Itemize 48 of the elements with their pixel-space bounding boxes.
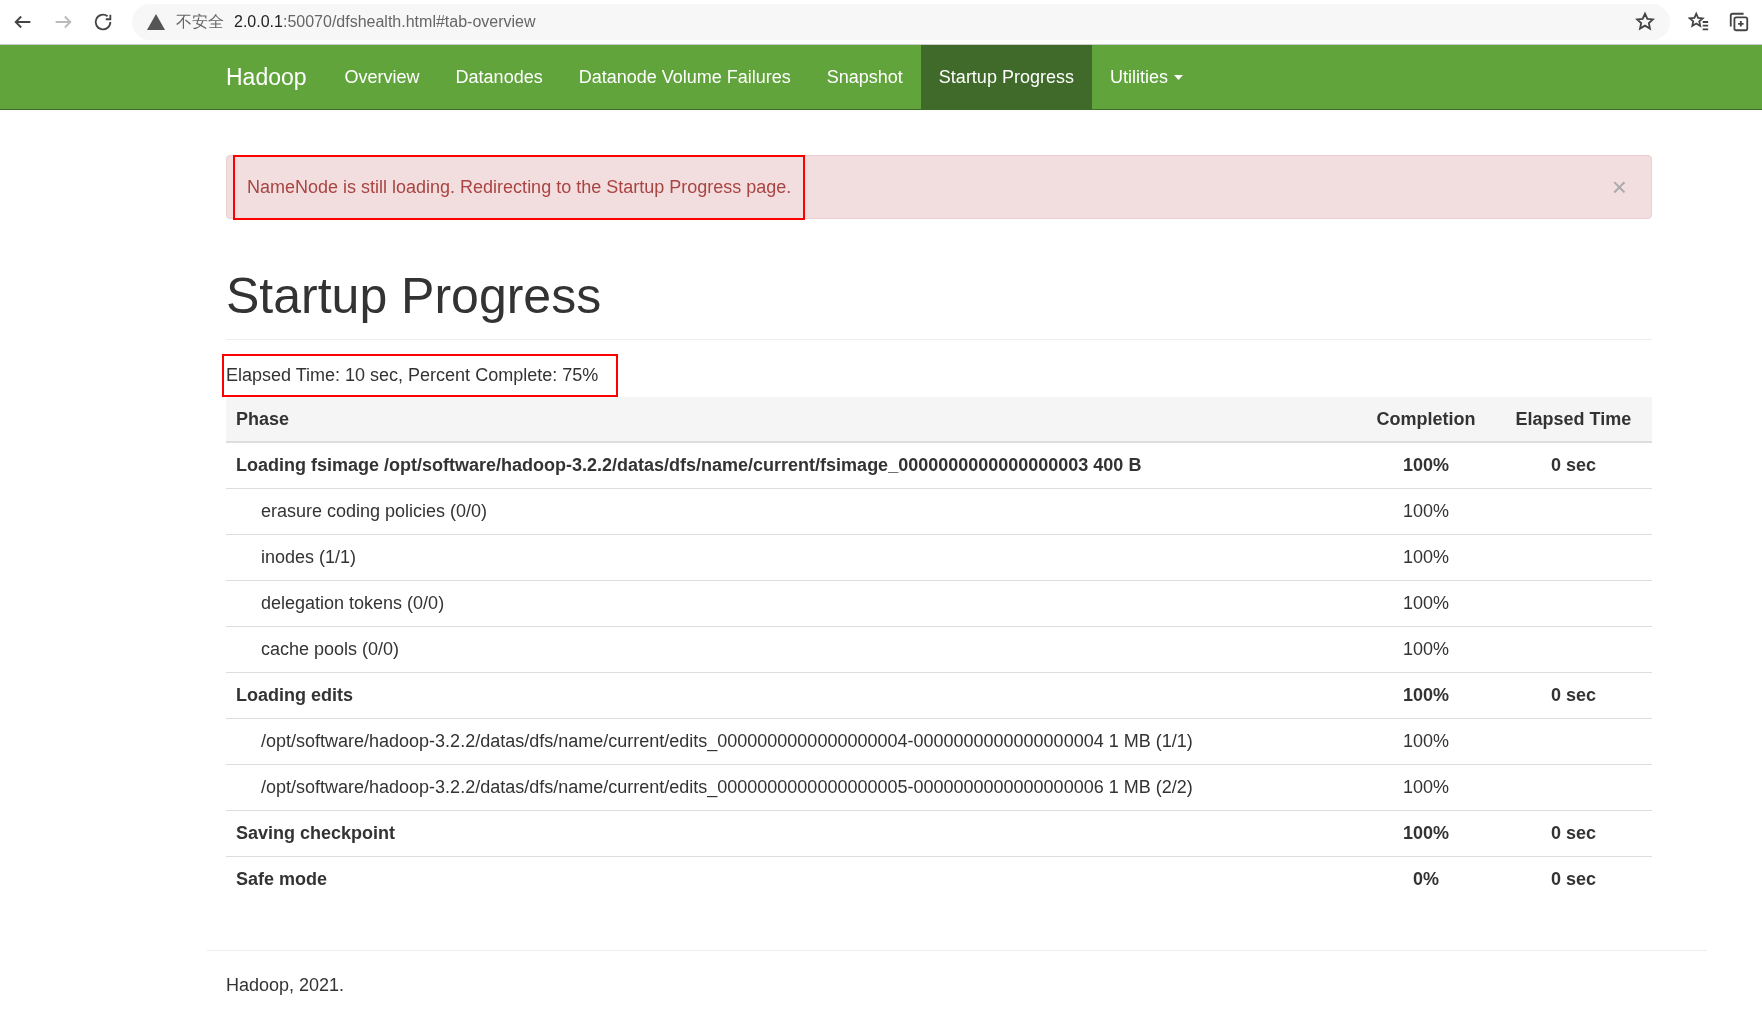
nav-link[interactable]: Datanodes xyxy=(437,45,561,109)
security-label: 不安全 xyxy=(176,11,224,32)
completion-cell: 100% xyxy=(1357,810,1495,857)
progress-summary: Elapsed Time: 10 sec, Percent Complete: 75% xyxy=(222,354,619,397)
alert-message: NameNode is still loading. Redirecting to the Startup Progress page. xyxy=(233,154,806,220)
phase-cell: /opt/software/hadoop-3.2.2/datas/dfs/name/current/edits_0000000000000000005-0000000000000000006 1 MB (2/2) xyxy=(226,764,1358,811)
phase-cell: erasure coding policies (0/0) xyxy=(226,488,1358,535)
phase-cell: /opt/software/hadoop-3.2.2/datas/dfs/name/current/edits_0000000000000000004-0000000000000000004 1 MB (1/1) xyxy=(226,718,1358,765)
nav-link[interactable]: Startup Progress xyxy=(920,45,1092,109)
caret-icon xyxy=(1173,74,1183,80)
warning-icon xyxy=(146,13,166,31)
elapsed-cell: 0 sec xyxy=(1494,672,1652,719)
completion-cell: 100% xyxy=(1357,442,1495,489)
completion-cell: 100% xyxy=(1357,534,1495,581)
phase-cell: delegation tokens (0/0) xyxy=(226,580,1358,627)
column-header: Phase xyxy=(226,397,1358,442)
footer-text: Hadoop, 2021. xyxy=(226,975,345,995)
page-title: Startup Progress xyxy=(226,267,1652,340)
url-text: 2.0.0.1:50070/dfshealth.html#tab-overview xyxy=(234,13,536,31)
phase-cell: Saving checkpoint xyxy=(226,810,1358,857)
nav-link[interactable]: Overview xyxy=(326,45,438,109)
completion-cell: 100% xyxy=(1357,672,1495,719)
nav-link[interactable]: Datanode Volume Failures xyxy=(560,45,809,109)
completion-cell: 0% xyxy=(1357,856,1495,902)
phase-cell: Loading fsimage /opt/software/hadoop-3.2.2/datas/dfs/name/current/fsimage_0000000000000000003 400 B xyxy=(226,442,1358,489)
completion-cell: 100% xyxy=(1357,488,1495,535)
brand-link[interactable]: Hadoop xyxy=(208,45,327,109)
phase-cell: Loading edits xyxy=(226,672,1358,719)
completion-cell: 100% xyxy=(1357,718,1495,765)
phase-cell: Safe mode xyxy=(226,856,1358,902)
phase-cell: cache pools (0/0) xyxy=(226,626,1358,673)
column-header: Completion xyxy=(1357,397,1495,442)
reload-icon[interactable] xyxy=(92,11,114,33)
completion-cell: 100% xyxy=(1357,580,1495,627)
favorites-icon[interactable] xyxy=(1688,11,1710,33)
completion-cell: 100% xyxy=(1357,764,1495,811)
close-button[interactable]: × xyxy=(1591,171,1647,203)
phase-cell: inodes (1/1) xyxy=(226,534,1358,581)
elapsed-cell: 0 sec xyxy=(1494,810,1652,857)
nav-dropdown[interactable]: Utilities xyxy=(1091,45,1201,109)
collections-icon[interactable] xyxy=(1728,11,1750,33)
elapsed-cell: 0 sec xyxy=(1494,442,1652,489)
elapsed-cell: 0 sec xyxy=(1494,856,1652,902)
nav-link[interactable]: Snapshot xyxy=(808,45,921,109)
completion-cell: 100% xyxy=(1357,626,1495,673)
star-add-icon[interactable] xyxy=(1634,11,1656,33)
address-bar[interactable]: 不安全 2.0.0.1:50070/dfshealth.html#tab-overview xyxy=(132,4,1670,40)
column-header: Elapsed Time xyxy=(1494,397,1652,442)
